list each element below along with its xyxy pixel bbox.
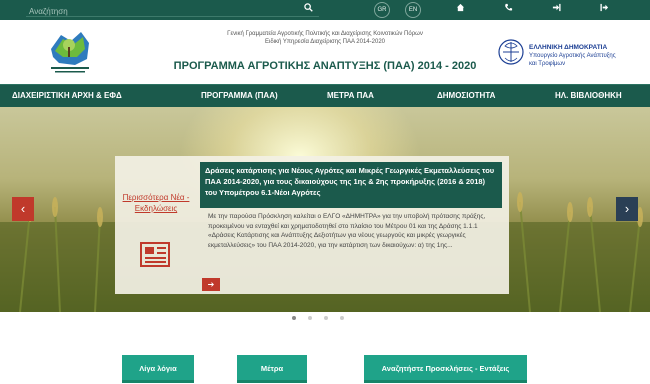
slider-prev-button[interactable]: ‹ bbox=[12, 197, 34, 221]
nav-item-program[interactable]: ΠΡΟΓΡΑΜΜΑ (ΠΑΑ) bbox=[201, 91, 278, 100]
slider-dot-2[interactable] bbox=[308, 316, 312, 320]
slider-next-button[interactable]: › bbox=[616, 197, 638, 221]
phone-icon[interactable] bbox=[501, 3, 515, 14]
read-more-button[interactable]: ➔ bbox=[202, 278, 220, 291]
nav-item-measures[interactable]: ΜΕΤΡΑ ΠΑΑ bbox=[327, 91, 374, 100]
slider-dots bbox=[290, 316, 350, 322]
about-button[interactable]: Λίγα λόγια bbox=[122, 355, 194, 383]
logout-icon[interactable] bbox=[597, 3, 611, 14]
news-card: Περισσότερα Νέα - Εκδηλώσεις Δράσεις κατ… bbox=[115, 156, 509, 294]
hero-slider: ‹ › Περισσότερα Νέα - Εκδηλώσεις Δράσεις… bbox=[0, 107, 650, 312]
gov-line-3: και Τροφίμων bbox=[529, 61, 566, 67]
header-subtitle-1: Γενική Γραμματεία Αγροτικής Πολιτικής κα… bbox=[227, 31, 423, 37]
lang-en-button[interactable]: EN bbox=[405, 2, 421, 18]
search-calls-button[interactable]: Αναζητήστε Προσκλήσεις - Εντάξεις bbox=[364, 355, 527, 383]
slider-dot-1[interactable] bbox=[292, 316, 296, 320]
measures-button[interactable]: Μέτρα bbox=[237, 355, 307, 383]
gov-line-1: ΕΛΛΗΝΙΚΗ ΔΗΜΟΚΡΑΤΙΑ bbox=[529, 44, 608, 51]
news-title[interactable]: Δράσεις κατάρτισης για Νέους Αγρότες και… bbox=[200, 162, 502, 208]
more-news-link[interactable]: Περισσότερα Νέα - Εκδηλώσεις bbox=[115, 192, 197, 214]
search-input[interactable] bbox=[26, 3, 296, 20]
newspaper-icon bbox=[138, 241, 172, 269]
main-nav: ΔΙΑΧΕΙΡΙΣΤΙΚΗ ΑΡΧΗ & ΕΦΔ ΠΡΟΓΡΑΜΜΑ (ΠΑΑ)… bbox=[0, 84, 650, 107]
news-body: Με την παρούσα Πρόσκληση καλείται ο ΕΛΓΟ… bbox=[208, 213, 486, 249]
gov-line-2: Υπουργείο Αγροτικής Ανάπτυξης bbox=[529, 53, 616, 59]
search-box bbox=[26, 1, 319, 20]
greek-crest-icon bbox=[498, 38, 524, 66]
home-icon[interactable] bbox=[453, 3, 467, 14]
slider-dot-3[interactable] bbox=[324, 316, 328, 320]
more-news-panel: Περισσότερα Νέα - Εκδηλώσεις bbox=[115, 156, 197, 294]
lang-gr-button[interactable]: GR bbox=[374, 2, 390, 18]
search-icon[interactable] bbox=[304, 3, 313, 14]
site-header: Γενική Γραμματεία Αγροτικής Πολιτικής κα… bbox=[0, 20, 650, 84]
top-bar: GR EN bbox=[0, 0, 650, 20]
slider-dot-4[interactable] bbox=[340, 316, 344, 320]
nav-item-managing-authority[interactable]: ΔΙΑΧΕΙΡΙΣΤΙΚΗ ΑΡΧΗ & ΕΦΔ bbox=[12, 91, 122, 100]
login-icon[interactable] bbox=[549, 3, 563, 14]
nav-item-library[interactable]: ΗΛ. ΒΙΒΛΙΟΘΗΚΗ bbox=[555, 91, 622, 100]
ministry-label: ΕΛΛΗΝΙΚΗ ΔΗΜΟΚΡΑΤΙΑ Υπουργείο Αγροτικής … bbox=[529, 44, 616, 68]
nav-item-publicity[interactable]: ΔΗΜΟΣΙΟΤΗΤΑ bbox=[437, 91, 495, 100]
